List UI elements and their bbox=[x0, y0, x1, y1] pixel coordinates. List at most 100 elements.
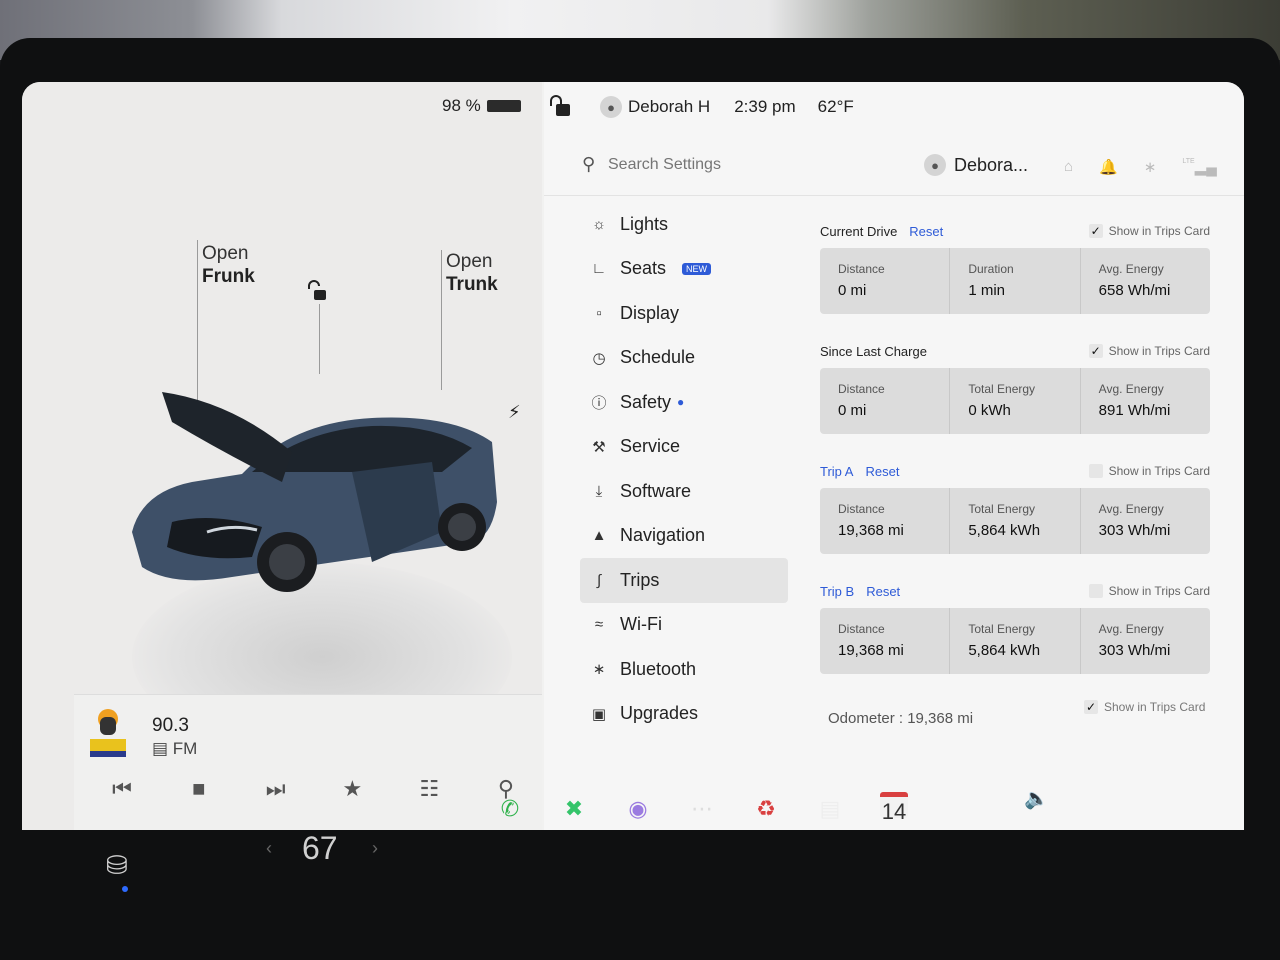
menu-item-lights[interactable]: ☼ Lights bbox=[580, 202, 790, 247]
more-icon[interactable]: ⋯ bbox=[688, 796, 716, 822]
show-label: Show in Trips Card bbox=[1104, 700, 1206, 714]
car-icon[interactable]: ⛁ bbox=[106, 850, 128, 881]
car-lock-toggle[interactable] bbox=[306, 280, 330, 309]
trunk-line2: Trunk bbox=[446, 274, 498, 295]
trip-cell: Avg. Energy 658 Wh/mi bbox=[1081, 248, 1210, 314]
menu-label: Safety bbox=[620, 391, 672, 412]
reset-button[interactable]: Reset bbox=[865, 464, 899, 479]
section-title: Since Last Charge bbox=[820, 343, 927, 359]
odometer-reading: Odometer : 19,368 mi bbox=[828, 710, 974, 727]
menu-item-wifi[interactable]: ≈ Wi-Fi bbox=[580, 603, 790, 648]
menu-item-bluetooth[interactable]: ∗ Bluetooth bbox=[580, 647, 790, 692]
trip-cell: Distance 0 mi bbox=[820, 368, 951, 434]
car-panel: 98 % Open Frunk Open Trunk ⚡ 90.3 ▤ FM ⏮… bbox=[22, 82, 542, 830]
camera-icon[interactable]: ◉ bbox=[624, 796, 652, 822]
profile-avatar[interactable]: ● bbox=[600, 96, 622, 118]
volume-icon[interactable]: 🔈 bbox=[1024, 786, 1049, 811]
frunk-line1: Open bbox=[202, 243, 249, 264]
battery-icon bbox=[486, 100, 521, 112]
reset-button[interactable]: Reset bbox=[909, 224, 943, 239]
trip-card: Distance 0 mi Duration 1 min Avg. Energy 65… bbox=[820, 248, 1210, 314]
menu-item-trips[interactable]: ∫ Trips bbox=[580, 558, 788, 603]
touchscreen: 98 % Open Frunk Open Trunk ⚡ 90.3 ▤ FM ⏮… bbox=[22, 82, 1244, 830]
menu-item-software[interactable]: ⤓ Software bbox=[580, 469, 790, 514]
trip-cell: Total Energy 5,864 kWh bbox=[950, 608, 1081, 674]
cell-value: 0 mi bbox=[838, 402, 867, 419]
menu-item-upgrades[interactable]: ▣ Upgrades bbox=[580, 692, 790, 737]
joystick-icon[interactable]: ♻ bbox=[752, 796, 780, 822]
calendar-day: 14 bbox=[880, 792, 908, 824]
temp-down-chevron-icon[interactable]: ‹ bbox=[266, 838, 272, 859]
profile-name: Debora... bbox=[954, 154, 1029, 175]
lock-status-icon[interactable] bbox=[550, 95, 570, 116]
stop-icon[interactable]: ■ bbox=[181, 776, 217, 802]
checkbox-checked-icon: ✓ bbox=[1088, 224, 1103, 238]
outside-temp: 62°F bbox=[817, 97, 854, 116]
search-settings-input[interactable] bbox=[608, 156, 868, 174]
car-model-image[interactable] bbox=[112, 362, 512, 612]
seat-icon: ∟ bbox=[591, 260, 607, 278]
menu-item-navigation[interactable]: ▲ Navigation bbox=[580, 514, 790, 559]
menu-label: Upgrades bbox=[620, 703, 699, 724]
cell-key: Distance bbox=[838, 622, 885, 636]
menu-label: Navigation bbox=[620, 525, 706, 546]
cell-value: 19,368 mi bbox=[838, 642, 904, 659]
show-in-trips-card-toggle[interactable]: ✓ Show in Trips Card bbox=[1088, 224, 1210, 238]
calendar-icon[interactable]: 14 bbox=[880, 792, 908, 825]
safety-icon: ⓘ bbox=[591, 394, 607, 412]
menu-label: Seats bbox=[620, 258, 667, 279]
profile-icon: ● bbox=[924, 154, 946, 176]
cell-value: 303 Wh/mi bbox=[1098, 642, 1171, 659]
show-in-trips-card-toggle[interactable]: ✓ Show in Trips Card bbox=[1088, 344, 1210, 358]
trip-a-header: Trip A Reset Show in Trips Card bbox=[820, 458, 1210, 484]
cell-key: Distance bbox=[838, 382, 885, 396]
cell-key: Total Energy bbox=[968, 502, 1036, 516]
clock: 2:39 pm bbox=[734, 97, 796, 116]
show-in-trips-card-toggle[interactable]: Show in Trips Card bbox=[1088, 464, 1210, 478]
temp-up-chevron-icon[interactable]: › bbox=[372, 838, 378, 859]
menu-label: Schedule bbox=[620, 347, 696, 368]
bell-icon[interactable]: 🔔 bbox=[1099, 158, 1118, 176]
navigation-icon: ▲ bbox=[591, 527, 607, 545]
menu-item-service[interactable]: ⚒ Service bbox=[580, 425, 790, 470]
profile-selector[interactable]: ● Debora... bbox=[924, 154, 1028, 176]
bluetooth-icon[interactable]: ∗ bbox=[1144, 158, 1157, 176]
trip-cell: Avg. Energy 303 Wh/mi bbox=[1081, 608, 1210, 674]
odometer-show-toggle[interactable]: ✓ Show in Trips Card bbox=[1084, 700, 1205, 714]
download-icon: ⤓ bbox=[595, 482, 603, 500]
equalizer-icon[interactable]: ☷ bbox=[411, 776, 447, 802]
phone-icon[interactable]: ✆ bbox=[496, 796, 524, 822]
station-logo-icon bbox=[90, 709, 126, 757]
menu-item-seats[interactable]: ∟ Seats NEW bbox=[580, 247, 790, 292]
trip-b-header: Trip B Reset Show in Trips Card bbox=[820, 578, 1210, 604]
open-frunk-button[interactable]: Open Frunk bbox=[202, 242, 255, 288]
reset-button[interactable]: Reset bbox=[866, 584, 900, 599]
show-label: Show in Trips Card bbox=[1108, 464, 1210, 478]
checkbox-unchecked-icon bbox=[1088, 584, 1103, 598]
cell-key: Distance bbox=[838, 262, 885, 276]
show-label: Show in Trips Card bbox=[1108, 344, 1210, 358]
light-icon: ☼ bbox=[592, 215, 606, 233]
next-icon[interactable]: ⏭ bbox=[258, 776, 294, 802]
menu-label: Display bbox=[620, 302, 680, 323]
trip-card: Distance 19,368 mi Total Energy 5,864 kWh … bbox=[820, 608, 1210, 674]
user-name[interactable]: Deborah H bbox=[628, 97, 710, 117]
notes-icon[interactable]: ▤ bbox=[816, 796, 844, 822]
show-label: Show in Trips Card bbox=[1108, 584, 1210, 598]
cabin-temperature[interactable]: 67 bbox=[302, 830, 338, 867]
open-trunk-button[interactable]: Open Trunk bbox=[446, 250, 498, 296]
bluetooth-icon: ∗ bbox=[592, 661, 606, 679]
previous-icon[interactable]: ⏮ bbox=[104, 776, 140, 802]
favorite-icon[interactable]: ★ bbox=[334, 776, 370, 802]
menu-item-schedule[interactable]: ◷ Schedule bbox=[580, 336, 790, 381]
cell-key: Avg. Energy bbox=[1098, 502, 1164, 516]
toybox-icon[interactable]: ✖ bbox=[560, 796, 588, 822]
cell-value: 1 min bbox=[968, 282, 1006, 299]
home-icon[interactable]: ⌂ bbox=[1064, 158, 1073, 176]
bottom-dock: ⛁ ‹ 67 › ✆ ✖ ◉ ⋯ ♻ ▤ 14 🔈 bbox=[0, 788, 1280, 960]
menu-item-safety[interactable]: ⓘ Safety ● bbox=[580, 380, 790, 425]
cell-value: 5,864 kWh bbox=[968, 642, 1041, 659]
notification-dot: ● bbox=[677, 395, 685, 410]
show-in-trips-card-toggle[interactable]: Show in Trips Card bbox=[1088, 584, 1210, 598]
menu-item-display[interactable]: ▫ Display bbox=[580, 291, 790, 336]
